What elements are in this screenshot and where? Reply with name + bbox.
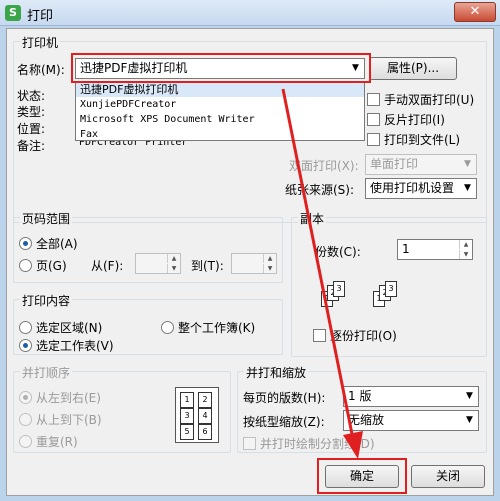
title-bar: S 打印 ✕ bbox=[0, 0, 500, 26]
arrow-annotation-icon bbox=[281, 88, 363, 459]
print-dialog: 打印机 名称(M): 迅捷PDF虚拟打印机 ▼ 属性(P)... 迅捷PDF虚拟… bbox=[6, 28, 494, 496]
window-close-button[interactable]: ✕ bbox=[454, 2, 496, 22]
window-title: 打印 bbox=[27, 9, 54, 24]
wps-spreadsheet-icon: S bbox=[5, 5, 21, 21]
